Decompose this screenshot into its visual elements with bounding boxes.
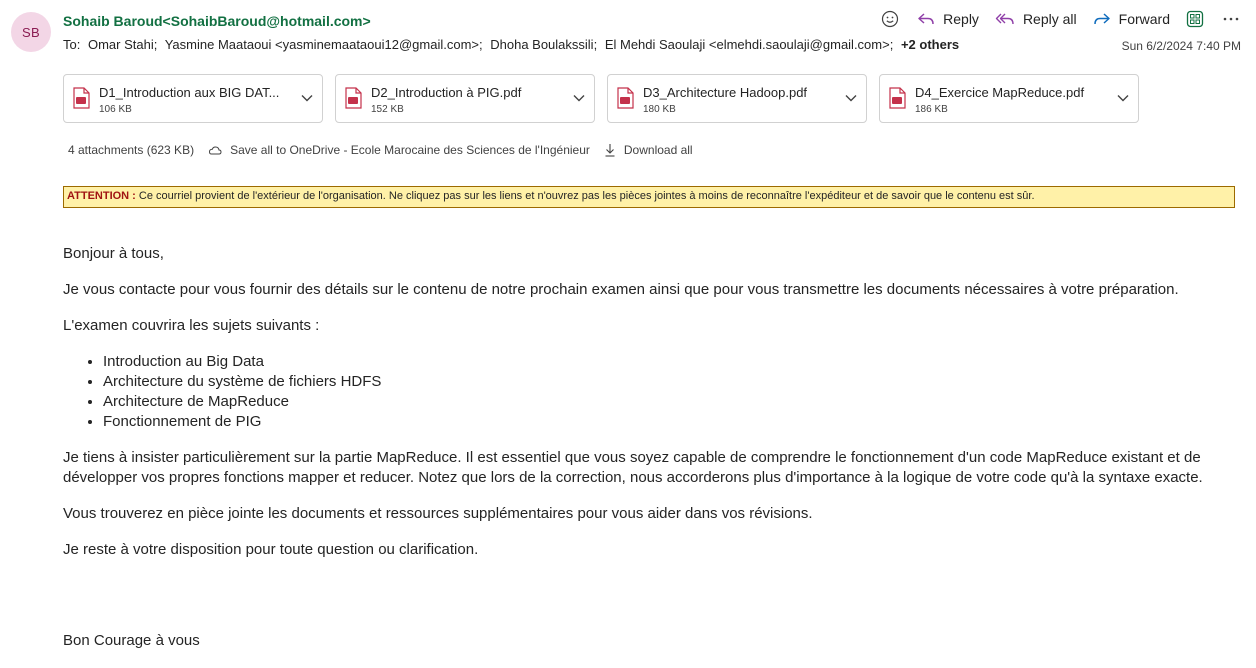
recipient[interactable]: El Mehdi Saoulaji <elmehdi.saoulaji@gmai…	[605, 37, 894, 52]
body-paragraph: Je tiens à insister particulièrement sur…	[63, 449, 1203, 486]
to-label: To:	[63, 37, 81, 52]
chevron-down-icon[interactable]	[572, 91, 586, 105]
body-paragraph: L'examen couvrira les sujets suivants :	[63, 317, 320, 334]
download-all-button[interactable]: Download all	[604, 143, 693, 157]
download-all-label: Download all	[623, 143, 693, 157]
attachment-size: 180 KB	[643, 104, 676, 115]
more-recipients-button[interactable]: +2 others	[901, 37, 959, 52]
list-item: Architecture du système de fichiers HDFS	[103, 372, 1243, 392]
recipients-line: To: Omar Stahi; Yasmine Maataoui <yasmin…	[63, 37, 963, 52]
smiley-icon	[882, 10, 899, 28]
attachment-card[interactable]: D3_Architecture Hadoop.pdf 180 KB	[607, 74, 867, 123]
forward-button[interactable]: Forward	[1093, 11, 1170, 27]
recipient[interactable]: Yasmine Maataoui <yasminemaataoui12@gmai…	[165, 37, 483, 52]
message-actions: Reply Reply all Forward	[879, 8, 1242, 30]
chevron-down-icon[interactable]	[300, 91, 314, 105]
list-item: Architecture de MapReduce	[103, 392, 1243, 412]
pdf-file-icon	[617, 87, 634, 109]
apps-grid-icon	[1186, 10, 1204, 28]
forward-arrow-icon	[1093, 13, 1110, 25]
emoji-reaction-button[interactable]	[879, 8, 901, 30]
more-actions-button[interactable]	[1220, 8, 1242, 30]
reply-arrow-icon	[918, 13, 934, 25]
pdf-file-icon	[73, 87, 90, 109]
cloud-icon	[209, 146, 222, 155]
body-paragraph: Je vous contacte pour vous fournir des d…	[63, 281, 1179, 298]
save-all-label: Save all to OneDrive - Ecole Marocaine d…	[230, 143, 590, 157]
attachment-count: 4 attachments (623 KB)	[68, 143, 195, 157]
attachment-name: D3_Architecture Hadoop.pdf	[643, 85, 808, 100]
attachment-card[interactable]: D1_Introduction aux BIG DAT... 106 KB	[63, 74, 323, 123]
reply-label: Reply	[943, 11, 979, 27]
forward-label: Forward	[1118, 11, 1170, 27]
reply-all-button[interactable]: Reply all	[995, 11, 1077, 27]
reply-button[interactable]: Reply	[917, 11, 979, 27]
sender-avatar[interactable]: SB	[11, 12, 51, 52]
more-options-icon	[1223, 17, 1239, 21]
attachment-bar: 4 attachments (623 KB) Save all to OneDr…	[68, 143, 693, 157]
recipient[interactable]: Dhoha Boulakssili;	[490, 37, 597, 52]
recipient[interactable]: Omar Stahi;	[88, 37, 157, 52]
warning-text: Ce courriel provient de l'extérieur de l…	[135, 190, 1035, 202]
list-item: Introduction au Big Data	[103, 352, 1243, 372]
attachment-name: D2_Introduction à PIG.pdf	[371, 85, 522, 100]
reply-all-arrow-icon	[995, 13, 1014, 25]
apps-button[interactable]	[1184, 8, 1206, 30]
reply-all-label: Reply all	[1022, 11, 1077, 27]
attachment-list: D1_Introduction aux BIG DAT... 106 KB D2…	[63, 74, 1151, 123]
closing-line: Bon Courage à vous	[63, 632, 200, 649]
external-sender-warning: ATTENTION : Ce courriel provient de l'ex…	[63, 186, 1235, 208]
greeting: Bonjour à tous,	[63, 245, 164, 262]
pdf-file-icon	[889, 87, 906, 109]
message-date: Sun 6/2/2024 7:40 PM	[1121, 39, 1241, 53]
attachment-card[interactable]: D2_Introduction à PIG.pdf 152 KB	[335, 74, 595, 123]
download-icon	[605, 144, 615, 157]
attachment-name: D1_Introduction aux BIG DAT...	[99, 85, 280, 100]
chevron-down-icon[interactable]	[1116, 91, 1130, 105]
body-paragraph: Vous trouverez en pièce jointe les docum…	[63, 505, 813, 522]
pdf-file-icon	[345, 87, 362, 109]
body-paragraph: Je reste à votre disposition pour toute …	[63, 541, 479, 558]
list-item: Fonctionnement de PIG	[103, 412, 1243, 432]
attachment-size: 152 KB	[371, 104, 404, 115]
sender-name[interactable]: Sohaib Baroud<SohaibBaroud@hotmail.com>	[63, 13, 371, 29]
attachment-size: 106 KB	[99, 104, 132, 115]
save-to-onedrive-button[interactable]: Save all to OneDrive - Ecole Marocaine d…	[208, 143, 590, 157]
attachment-name: D4_Exercice MapReduce.pdf	[915, 85, 1085, 100]
warning-label: ATTENTION :	[67, 190, 136, 202]
attachment-card[interactable]: D4_Exercice MapReduce.pdf 186 KB	[879, 74, 1139, 123]
topics-list: Introduction au Big Data Architecture du…	[103, 352, 1243, 432]
chevron-down-icon[interactable]	[844, 91, 858, 105]
attachment-size: 186 KB	[915, 104, 948, 115]
message-body: Bonjour à tous, Je vous contacte pour vo…	[63, 244, 1243, 576]
